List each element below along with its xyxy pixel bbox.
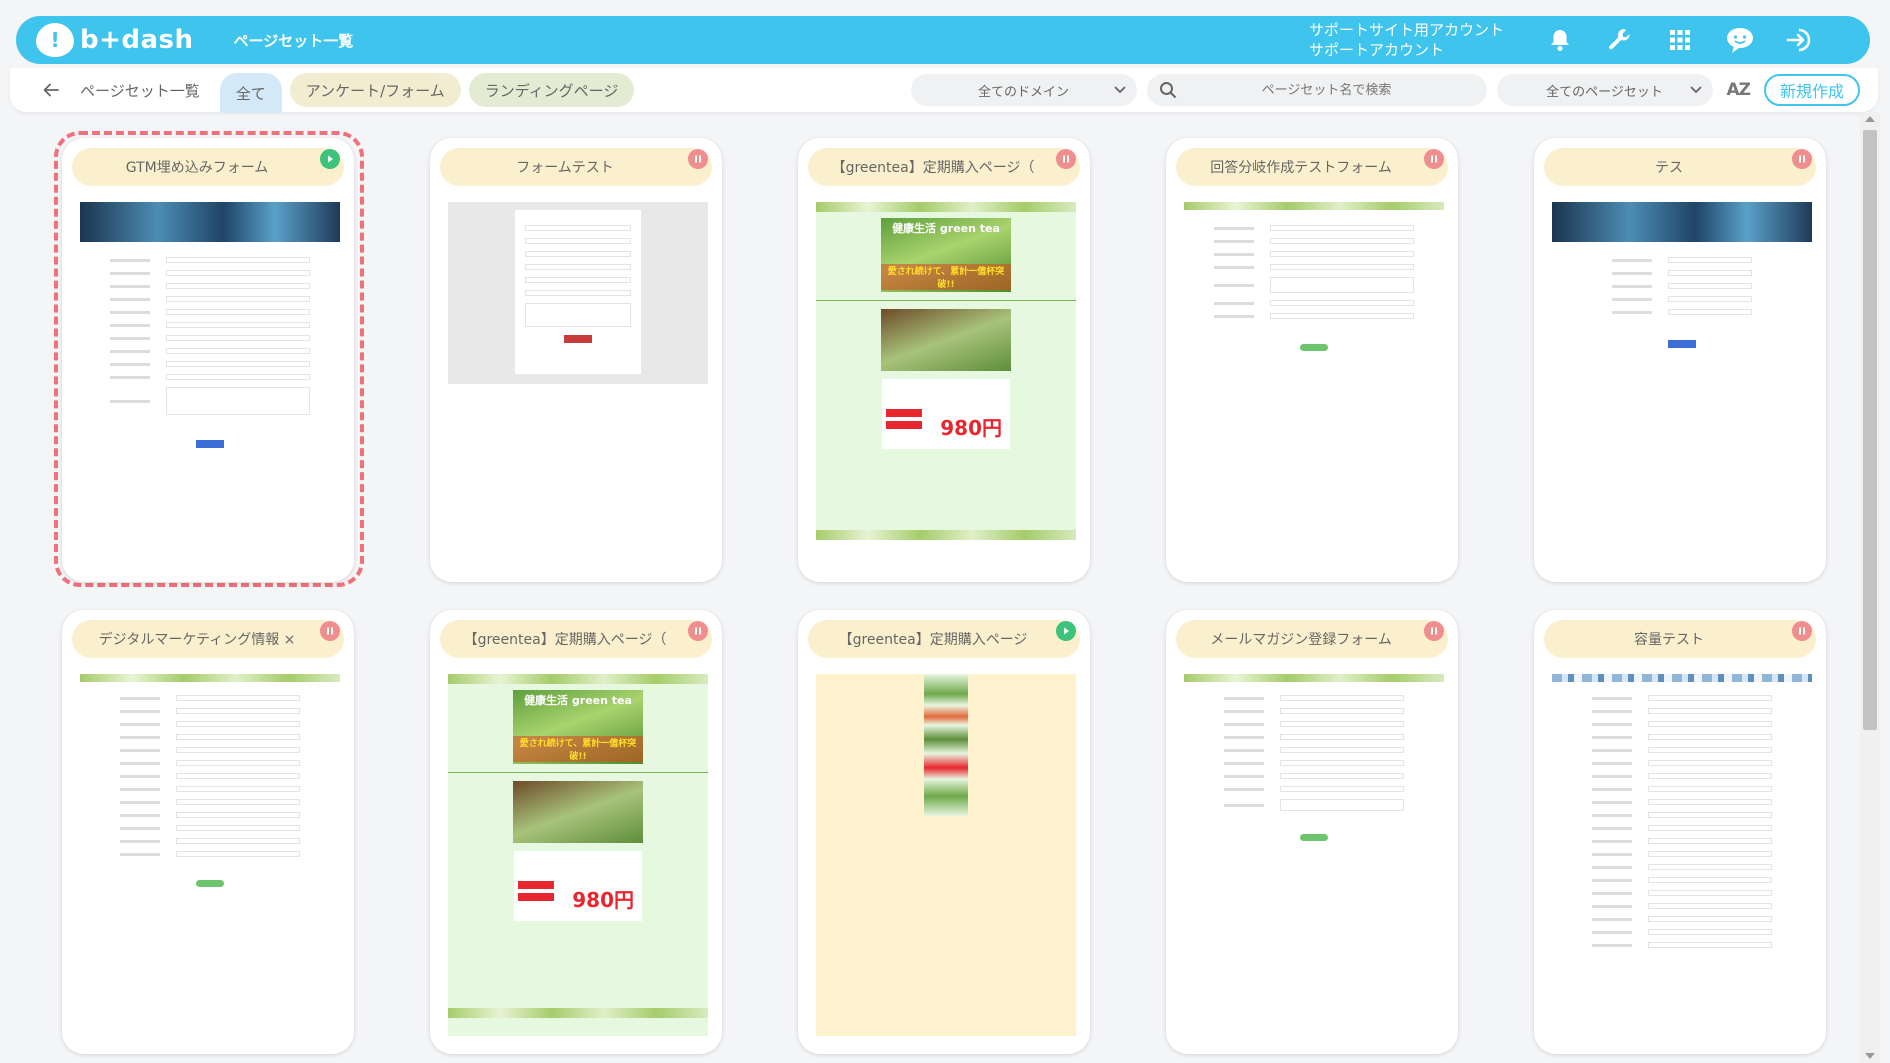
card-title: テス: [1544, 148, 1816, 186]
play-status-icon[interactable]: [1056, 621, 1076, 641]
tab-all[interactable]: 全て: [219, 73, 282, 113]
card-title: 回答分岐作成テストフォーム: [1176, 148, 1448, 186]
thumb-greentea-title: 健康生活 green tea: [892, 222, 1000, 235]
logo-text: b+dash: [80, 25, 194, 55]
card-title: GTM埋め込みフォーム: [72, 148, 344, 186]
pause-status-icon[interactable]: [320, 621, 340, 641]
page-toolbar: ページセット一覧 全て アンケート/フォーム ランディングページ 全てのドメイン…: [10, 68, 1878, 113]
vertical-scrollbar[interactable]: [1860, 112, 1880, 1063]
support-chat-icon[interactable]: [1710, 16, 1770, 64]
page-thumbnail: [1184, 674, 1444, 1036]
page-thumbnail: [80, 674, 340, 974]
tab-survey-form[interactable]: アンケート/フォーム: [289, 73, 461, 107]
account-info[interactable]: サポートサイト用アカウント サポートアカウント: [1309, 20, 1504, 60]
card-title: フォームテスト: [440, 148, 712, 186]
pageset-card[interactable]: テス: [1534, 138, 1826, 582]
tab-landing-page[interactable]: ランディングページ: [468, 73, 635, 107]
pause-status-icon[interactable]: [1792, 621, 1812, 641]
back-arrow-icon[interactable]: [36, 83, 66, 97]
breadcrumb: ページセット一覧: [80, 81, 200, 100]
page-thumbnail: 健康生活 green tea 愛され続けて、累計一億杯突破!! 980円: [816, 202, 1076, 540]
page-thumbnail: [1552, 674, 1812, 1036]
page-thumbnail: 健康生活 green tea 愛され続けて、累計一億杯突破!! 980円: [448, 674, 708, 1036]
app-logo[interactable]: ! b+dash: [36, 23, 194, 57]
page-thumbnail: [1552, 202, 1812, 362]
search-input[interactable]: [1146, 74, 1487, 106]
chevron-down-icon: [1689, 82, 1703, 100]
card-title: 容量テスト: [1544, 620, 1816, 658]
page-thumbnail: [816, 674, 1076, 1036]
account-user-name: サポートアカウント: [1308, 41, 1444, 59]
logo-mark-icon: !: [36, 23, 74, 57]
chevron-down-icon: [1113, 82, 1127, 100]
pause-status-icon[interactable]: [1424, 149, 1444, 169]
pageset-card[interactable]: 回答分岐作成テストフォーム: [1166, 138, 1458, 582]
pageset-card[interactable]: GTM埋め込みフォーム: [62, 138, 354, 582]
page-thumbnail: [80, 202, 340, 502]
card-title: デジタルマーケティング情報 ×: [72, 620, 344, 658]
pageset-card[interactable]: 【greentea】定期購入ページ（ 健康生活 green tea 愛され続けて…: [430, 610, 722, 1054]
pageset-card[interactable]: メールマガジン登録フォーム: [1166, 610, 1458, 1054]
search-box[interactable]: [1146, 74, 1487, 106]
page-thumbnail: [1184, 202, 1444, 382]
page-thumbnail: [448, 202, 708, 384]
card-title: 【greentea】定期購入ページ（: [440, 620, 712, 658]
pause-status-icon[interactable]: [1792, 149, 1812, 169]
bell-icon[interactable]: [1530, 16, 1590, 64]
thumb-price: 980円: [940, 416, 1002, 440]
page-title: ページセット一覧: [233, 31, 354, 50]
pause-status-icon[interactable]: [688, 149, 708, 169]
thumb-price: 980円: [572, 888, 634, 912]
thumb-greentea-title: 健康生活 green tea: [524, 694, 632, 707]
apps-grid-icon[interactable]: [1650, 16, 1710, 64]
pageset-card[interactable]: 【greentea】定期購入ページ: [798, 610, 1090, 1054]
card-title: メールマガジン登録フォーム: [1176, 620, 1448, 658]
pageset-card[interactable]: デジタルマーケティング情報 ×: [62, 610, 354, 1054]
card-title: 【greentea】定期購入ページ: [808, 620, 1080, 658]
sort-az-icon[interactable]: AZ: [1727, 80, 1752, 100]
card-title: 【greentea】定期購入ページ（: [808, 148, 1080, 186]
scrollbar-thumb[interactable]: [1863, 130, 1877, 730]
account-site-name: サポートサイト用アカウント: [1308, 21, 1504, 39]
pageset-card[interactable]: フォームテスト: [430, 138, 722, 582]
pause-status-icon[interactable]: [1424, 621, 1444, 641]
new-create-button[interactable]: 新規作成: [1763, 74, 1860, 106]
pause-status-icon[interactable]: [1056, 149, 1076, 169]
pause-status-icon[interactable]: [688, 621, 708, 641]
domain-select[interactable]: 全てのドメイン: [910, 74, 1137, 106]
search-icon: [1159, 81, 1177, 103]
thumb-greentea-subtitle: 愛され続けて、累計一億杯突破!!: [881, 264, 1011, 290]
scroll-up-arrow[interactable]: [1865, 116, 1875, 122]
domain-select-value: 全てのドメイン: [977, 84, 1069, 100]
logout-icon[interactable]: [1770, 16, 1830, 64]
wrench-icon[interactable]: [1590, 16, 1650, 64]
pageset-select[interactable]: 全てのページセット: [1496, 74, 1713, 106]
top-nav-bar: ! b+dash ページセット一覧 サポートサイト用アカウント サポートアカウン…: [16, 16, 1870, 64]
pageset-card[interactable]: 容量テスト: [1534, 610, 1826, 1054]
pageset-card[interactable]: 【greentea】定期購入ページ（ 健康生活 green tea 愛され続けて…: [798, 138, 1090, 582]
pageset-select-value: 全てのページセット: [1546, 84, 1663, 100]
scroll-down-arrow[interactable]: [1865, 1053, 1875, 1059]
pageset-grid: GTM埋め込みフォーム フォームテスト 【greentea】定期購入ページ（ 健…: [0, 112, 1860, 1063]
play-status-icon[interactable]: [320, 149, 340, 169]
thumb-greentea-subtitle: 愛され続けて、累計一億杯突破!!: [513, 736, 643, 762]
